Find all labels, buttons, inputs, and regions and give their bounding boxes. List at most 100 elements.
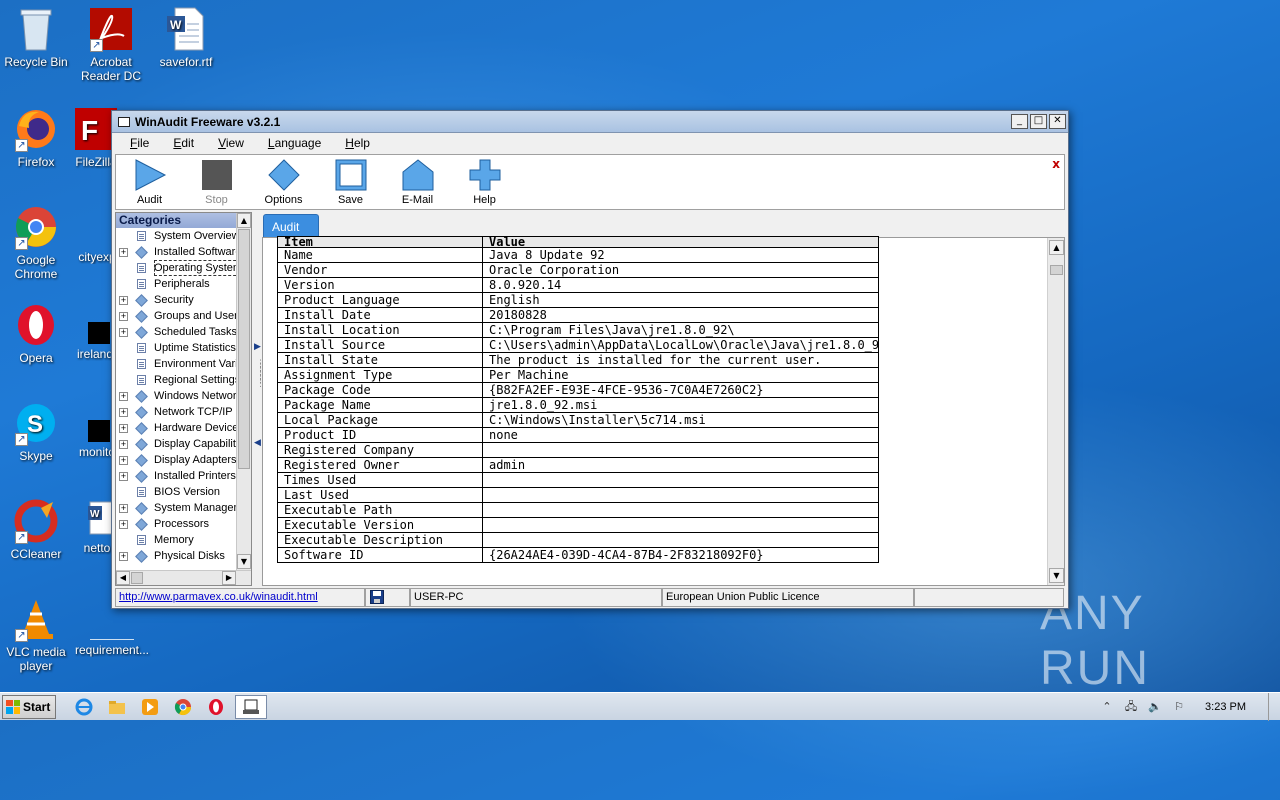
tray-expand-icon[interactable]: ⌃	[1098, 698, 1116, 716]
scroll-right-icon[interactable]: ▶	[222, 571, 236, 585]
tree-item[interactable]: + Windows Network	[116, 388, 236, 404]
tray-action-center-icon[interactable]: ⚐	[1170, 698, 1188, 716]
expand-icon[interactable]: +	[119, 440, 128, 449]
tree-item[interactable]: Uptime Statistics	[116, 340, 236, 356]
collapse-right-icon[interactable]: ▶	[254, 342, 261, 352]
menu-file[interactable]: File	[122, 136, 157, 150]
scroll-down-icon[interactable]: ▼	[237, 554, 251, 569]
desktop-icon-label: Skype	[19, 449, 53, 463]
stop-square-icon	[201, 160, 232, 190]
expand-icon[interactable]: +	[119, 408, 128, 417]
tray-network-icon[interactable]: 🖧	[1122, 698, 1140, 716]
tree-item[interactable]: + Display Adapters	[116, 452, 236, 468]
desktop-icon-requirement[interactable]: requirement...	[72, 614, 152, 657]
collapse-left-icon[interactable]: ◀	[254, 438, 261, 448]
tree-item[interactable]: + Physical Disks	[116, 548, 236, 564]
stop-label: Stop	[205, 194, 228, 206]
scroll-thumb[interactable]	[1050, 265, 1063, 275]
scroll-down-icon[interactable]: ▼	[1049, 568, 1064, 583]
desktop-icon-chrome[interactable]: ↗ Google Chrome	[0, 204, 74, 281]
expand-icon[interactable]: +	[119, 296, 128, 305]
tree-item[interactable]: Operating System	[116, 260, 236, 276]
taskbar-media-player[interactable]	[136, 695, 164, 719]
tree-item[interactable]: Peripherals	[116, 276, 236, 292]
scroll-left-icon[interactable]: ◀	[116, 571, 130, 585]
table-row: Last Used	[277, 487, 879, 503]
tree-item[interactable]: + Installed Printers	[116, 468, 236, 484]
winaudit-window[interactable]: WinAudit Freeware v3.2.1 _ □ ✕ File Edit…	[111, 110, 1069, 609]
menu-view[interactable]: View	[210, 136, 252, 150]
computer-name: USER-PC	[410, 588, 662, 607]
expand-icon[interactable]: +	[119, 248, 128, 257]
maximize-button[interactable]: □	[1030, 114, 1047, 129]
play-triangle-icon	[135, 159, 166, 191]
tree-item[interactable]: + System Management	[116, 500, 236, 516]
email-button[interactable]: E-Mail	[384, 155, 451, 206]
expand-icon[interactable]: +	[119, 472, 128, 481]
menu-language[interactable]: Language	[260, 136, 329, 150]
tree-item[interactable]: + Network TCP/IP	[116, 404, 236, 420]
tree-item[interactable]: + Security	[116, 292, 236, 308]
pane-splitter[interactable]: ▶ ⋮ ⋮ ⋮ ⋮ ⋮ ⋮ ◀	[254, 212, 265, 586]
taskbar-winaudit[interactable]	[235, 694, 267, 719]
tree-item[interactable]: System Overview	[116, 228, 236, 244]
table-cell-item: Package Name	[277, 397, 483, 413]
tree-item[interactable]: + Hardware Devices	[116, 420, 236, 436]
show-desktop-button[interactable]	[1268, 693, 1280, 721]
tree-item[interactable]: + Groups and Users	[116, 308, 236, 324]
taskbar-ie[interactable]	[70, 695, 98, 719]
toolbar-close-icon[interactable]: x	[1052, 157, 1060, 171]
save-button[interactable]: Save	[317, 155, 384, 206]
tree-vertical-scrollbar[interactable]: ▲ ▼	[236, 213, 251, 570]
desktop-icon-opera[interactable]: Opera	[0, 302, 74, 365]
tree-item[interactable]: Regional Settings	[116, 372, 236, 388]
save-status-cell[interactable]	[365, 588, 410, 607]
taskbar-explorer[interactable]	[103, 695, 131, 719]
tree-item[interactable]: + Processors	[116, 516, 236, 532]
close-button[interactable]: ✕	[1049, 114, 1066, 129]
expand-icon[interactable]: +	[119, 552, 128, 561]
desktop-icon-acrobat[interactable]: ↗ Acrobat Reader DC	[73, 6, 149, 83]
minimize-button[interactable]: _	[1011, 114, 1028, 129]
expand-icon[interactable]: +	[119, 520, 128, 529]
tree-item[interactable]: + Display Capabilities	[116, 436, 236, 452]
desktop-icon-firefox[interactable]: ↗ Firefox	[0, 106, 74, 169]
audit-button[interactable]: Audit	[116, 155, 183, 206]
tray-volume-icon[interactable]: 🔈	[1146, 698, 1164, 716]
categories-tree[interactable]: Categories System Overview + Installed Sof…	[115, 212, 252, 586]
help-button[interactable]: Help	[451, 155, 518, 206]
title-bar[interactable]: WinAudit Freeware v3.2.1 _ □ ✕	[112, 111, 1068, 133]
options-button[interactable]: Options	[250, 155, 317, 206]
clock[interactable]: 3:23 PM	[1205, 701, 1246, 713]
expand-icon[interactable]: +	[119, 424, 128, 433]
tree-item[interactable]: + Scheduled Tasks	[116, 324, 236, 340]
desktop-icon-skype[interactable]: S ↗ Skype	[0, 400, 74, 463]
tree-horizontal-scrollbar[interactable]: ◀ ▶	[116, 570, 251, 585]
start-button[interactable]: Start	[2, 694, 56, 719]
desktop-icon-savefor[interactable]: W savefor.rtf	[148, 6, 224, 69]
desktop-icon-recycle-bin[interactable]: Recycle Bin	[0, 6, 74, 69]
tree-item[interactable]: Memory	[116, 532, 236, 548]
scroll-thumb[interactable]	[238, 229, 250, 469]
desktop-icon-vlc[interactable]: ↗ VLC media player	[0, 596, 74, 673]
expand-icon[interactable]: +	[119, 328, 128, 337]
taskbar-opera[interactable]	[202, 695, 230, 719]
taskbar-chrome[interactable]	[169, 695, 197, 719]
tree-item[interactable]: BIOS Version	[116, 484, 236, 500]
scroll-up-icon[interactable]: ▲	[1049, 240, 1064, 255]
expand-icon[interactable]: +	[119, 392, 128, 401]
desktop-icon-ccleaner[interactable]: ↗ CCleaner	[0, 498, 74, 561]
table-row: Package Name jre1.8.0_92.msi	[277, 397, 879, 413]
menu-edit[interactable]: Edit	[165, 136, 202, 150]
expand-icon[interactable]: +	[119, 504, 128, 513]
homepage-link[interactable]: http://www.parmavex.co.uk/winaudit.html	[115, 588, 365, 607]
scroll-thumb[interactable]	[131, 572, 143, 584]
tree-item[interactable]: Environment Variables	[116, 356, 236, 372]
expand-icon[interactable]: +	[119, 312, 128, 321]
menu-help[interactable]: Help	[337, 136, 378, 150]
table-cell-value	[482, 502, 879, 518]
expand-icon[interactable]: +	[119, 456, 128, 465]
content-vertical-scrollbar[interactable]: ▲ ▼	[1047, 238, 1064, 585]
tree-item[interactable]: + Installed Software	[116, 244, 236, 260]
scroll-up-icon[interactable]: ▲	[237, 213, 251, 228]
